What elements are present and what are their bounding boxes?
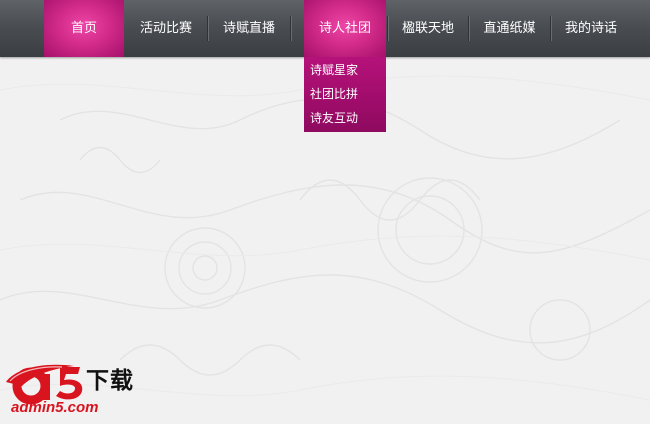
poet-clubs-dropdown: 诗赋星家 社团比拼 诗友互动 — [304, 57, 386, 132]
nav-item-couplets[interactable]: 楹联天地 — [389, 0, 467, 57]
nav-item-live[interactable]: 诗赋直播 — [209, 0, 289, 57]
nav-item-print-media[interactable]: 直通纸媒 — [470, 0, 549, 57]
dropdown-item-interaction[interactable]: 诗友互动 — [310, 107, 358, 129]
main-nav: 首页 活动比赛 诗赋直播 诗人社团 楹联天地 直通纸媒 我的诗话 — [0, 0, 650, 57]
dropdown-item-contest[interactable]: 社团比拼 — [310, 83, 358, 105]
nav-item-events[interactable]: 活动比赛 — [126, 0, 206, 57]
nav-separator — [290, 16, 292, 41]
logo-download-text: 下载 — [86, 368, 134, 394]
nav-item-home[interactable]: 首页 — [44, 0, 124, 57]
nav-item-my-poems[interactable]: 我的诗话 — [552, 0, 630, 57]
logo-domain-text: admin5.com — [11, 399, 99, 416]
nav-item-poet-clubs[interactable]: 诗人社团 — [304, 0, 386, 57]
site-logo[interactable]: 下载 admin5.com — [4, 360, 154, 422]
dropdown-item-stars[interactable]: 诗赋星家 — [310, 59, 358, 81]
